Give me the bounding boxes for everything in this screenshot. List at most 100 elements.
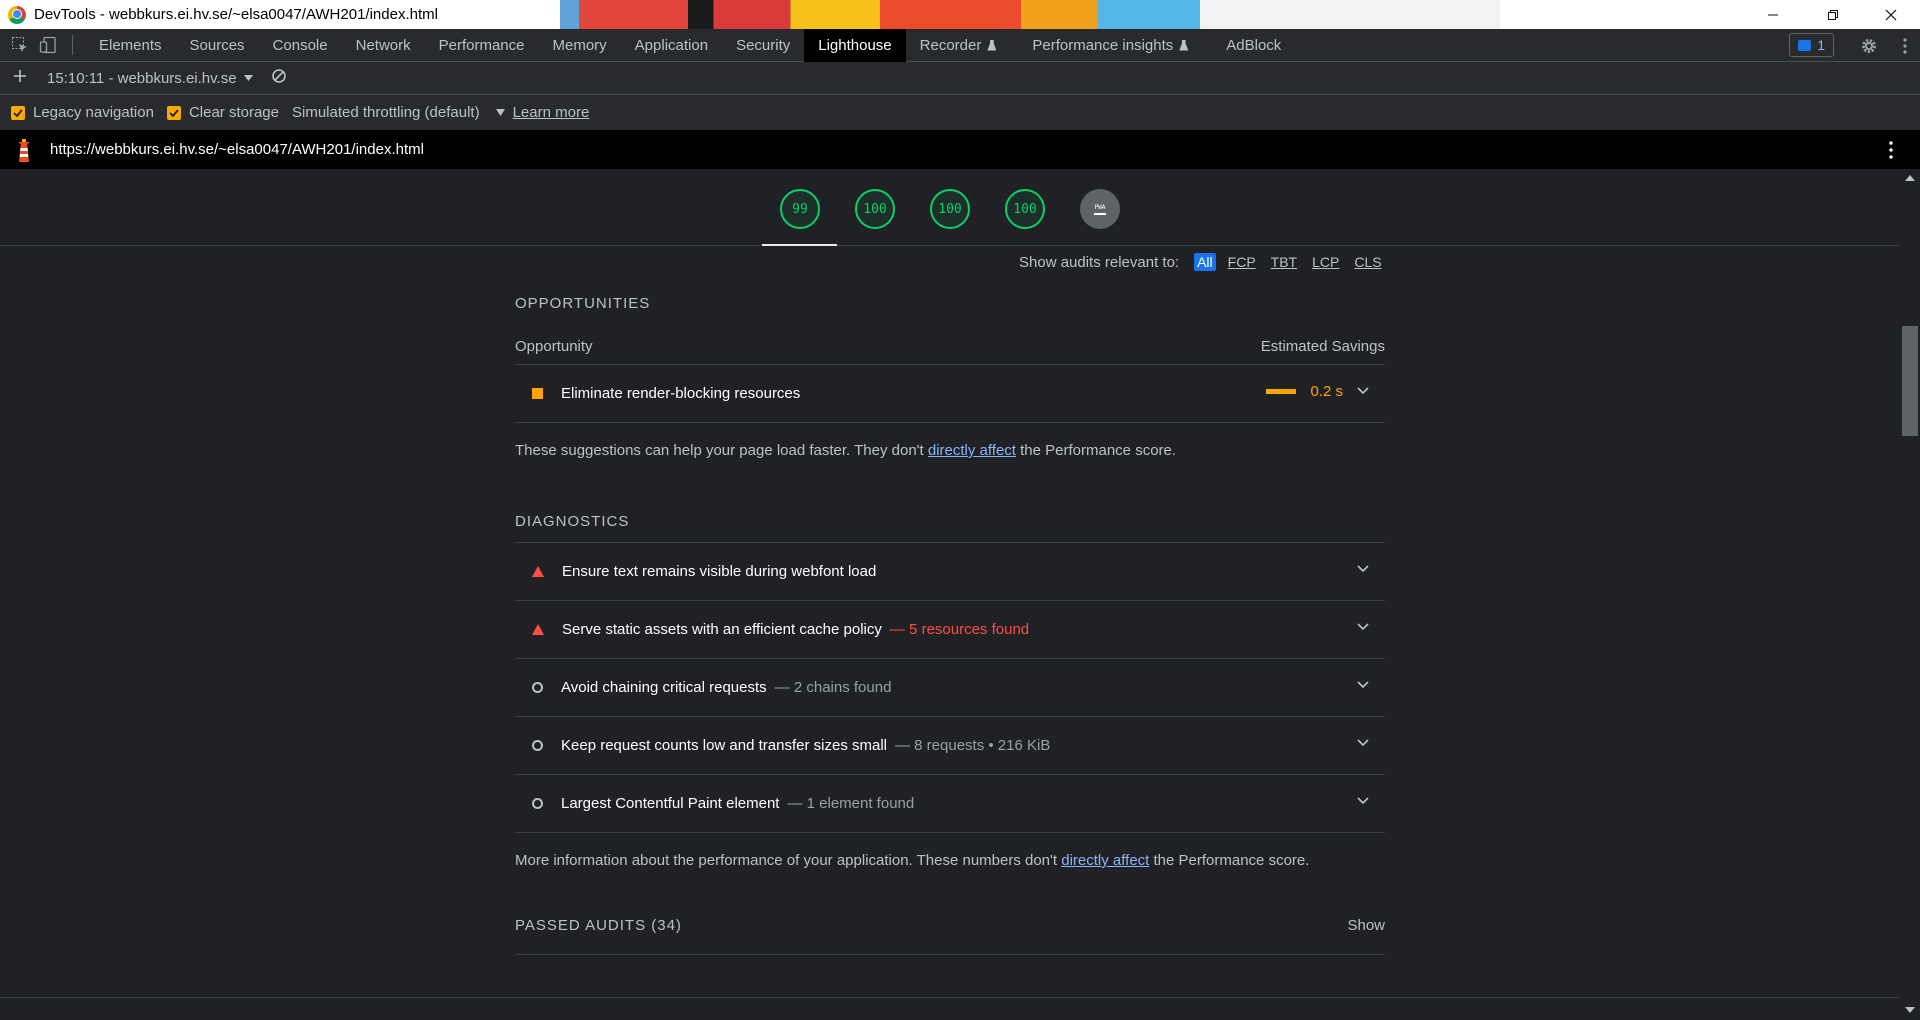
lighthouse-logo-icon <box>19 138 29 162</box>
inspect-element-icon[interactable] <box>10 35 30 55</box>
more-options-icon[interactable] <box>1902 37 1908 60</box>
passed-audits-header[interactable]: PASSED AUDITS (34) Show <box>515 917 1385 955</box>
chrome-logo-icon <box>8 5 26 24</box>
diagnostic-row[interactable]: Serve static assets with an efficient ca… <box>515 600 1385 658</box>
tab-adblock[interactable]: AdBlock <box>1212 29 1295 62</box>
issues-button[interactable]: 1 <box>1789 33 1834 57</box>
opportunities-note-pre: These suggestions can help your page loa… <box>515 442 928 459</box>
opportunity-row[interactable]: Eliminate render-blocking resources 0.2 … <box>515 364 1385 422</box>
chevron-down-icon[interactable] <box>1357 797 1369 805</box>
diagnostic-display-value: — 8 requests • 216 KiB <box>895 737 1051 754</box>
tab-separator <box>72 35 73 55</box>
report-url-bar: https://webbkurs.ei.hv.se/~elsa0047/AWH2… <box>0 130 1920 169</box>
filter-all[interactable]: All <box>1194 253 1216 271</box>
chevron-down-icon[interactable] <box>1357 565 1369 573</box>
lighthouse-report: 99 100 100 100 PWA Show audits relevant … <box>0 169 1900 1020</box>
diagnostic-row[interactable]: Ensure text remains visible during webfo… <box>515 542 1385 600</box>
issues-count: 1 <box>1817 37 1825 53</box>
tab-lighthouse[interactable]: Lighthouse <box>804 28 906 62</box>
pwa-gauge[interactable]: PWA <box>1080 189 1120 229</box>
clear-storage-label: Clear storage <box>188 104 279 121</box>
passed-audits-heading: PASSED AUDITS (34) <box>515 917 682 934</box>
tab-console[interactable]: Console <box>259 29 342 62</box>
diagnostic-row[interactable]: Keep request counts low and transfer siz… <box>515 716 1385 774</box>
issues-icon <box>1798 39 1812 51</box>
throttling-dropdown-icon[interactable] <box>495 109 505 116</box>
passed-audits-toggle[interactable]: Show <box>1347 917 1385 954</box>
experimental-flask-icon <box>1179 39 1189 51</box>
tab-memory[interactable]: Memory <box>539 29 621 62</box>
experimental-flask-icon <box>987 39 997 51</box>
diagnostic-title: Ensure text remains visible during webfo… <box>562 563 877 580</box>
tab-network[interactable]: Network <box>342 29 425 62</box>
savings-bar <box>1266 389 1297 394</box>
tab-security[interactable]: Security <box>722 29 804 62</box>
best-practices-gauge[interactable]: 100 <box>930 189 970 229</box>
tab-elements[interactable]: Elements <box>85 29 176 62</box>
scroll-down-icon[interactable] <box>1905 1007 1915 1013</box>
info-circle-icon <box>532 682 543 693</box>
background-page-banner <box>560 0 1200 29</box>
chevron-down-icon[interactable] <box>1357 739 1369 747</box>
devtools-tabbar: Elements Sources Console Network Perform… <box>0 28 1920 62</box>
filter-cls[interactable]: CLS <box>1351 253 1384 271</box>
fail-triangle-icon <box>532 624 544 635</box>
legacy-navigation-checkbox[interactable] <box>11 105 25 120</box>
diagnostics-note-post: the Performance score. <box>1149 852 1310 869</box>
new-report-icon[interactable] <box>13 69 27 87</box>
savings-value: 0.2 s <box>1310 383 1343 400</box>
tab-performance[interactable]: Performance <box>425 29 539 62</box>
diagnostic-row[interactable]: Avoid chaining critical requests — 2 cha… <box>515 658 1385 716</box>
background-page-strip <box>1200 0 1500 29</box>
report-url: https://webbkurs.ei.hv.se/~elsa0047/AWH2… <box>50 141 424 158</box>
restore-icon[interactable] <box>1810 0 1856 29</box>
close-icon[interactable] <box>1868 0 1914 29</box>
learn-more-link[interactable]: Learn more <box>513 104 590 121</box>
pwa-dash-icon <box>1094 212 1106 215</box>
report-select[interactable]: 15:10:11 - webbkurs.ei.hv.se <box>47 70 253 87</box>
directly-affect-link[interactable]: directly affect <box>928 442 1016 459</box>
pwa-gauge-label: PWA <box>1094 203 1106 211</box>
opportunities-note-post: the Performance score. <box>1015 442 1177 459</box>
tab-application[interactable]: Application <box>621 29 722 62</box>
audit-filter: Show audits relevant to: All FCP TBT LCP… <box>1019 253 1385 271</box>
tab-sources[interactable]: Sources <box>176 29 259 62</box>
seo-gauge[interactable]: 100 <box>1005 189 1045 229</box>
scrollbar-thumb[interactable] <box>1902 326 1918 436</box>
vertical-scrollbar[interactable] <box>1900 169 1920 1020</box>
performance-gauge[interactable]: 99 <box>780 189 820 229</box>
chevron-down-icon[interactable] <box>1357 623 1369 631</box>
score-gauges: 99 100 100 100 PWA <box>0 169 1900 246</box>
accessibility-gauge[interactable]: 100 <box>855 189 895 229</box>
opportunity-column-label: Opportunity <box>515 338 593 355</box>
directly-affect-link[interactable]: directly affect <box>1061 852 1149 869</box>
scroll-up-icon[interactable] <box>1905 175 1915 181</box>
opportunities-column-header: Opportunity Estimated Savings <box>515 338 1385 355</box>
clear-reports-icon[interactable] <box>271 68 287 88</box>
filter-lcp[interactable]: LCP <box>1309 253 1342 271</box>
active-gauge-underline <box>762 244 837 246</box>
device-toolbar-icon[interactable] <box>38 35 58 55</box>
settings-gear-icon[interactable] <box>1860 37 1878 60</box>
diagnostics-heading: DIAGNOSTICS <box>515 513 630 530</box>
report-select-value: 15:10:11 - webbkurs.ei.hv.se <box>47 69 237 87</box>
tab-performance-insights[interactable]: Performance insights <box>1018 29 1202 62</box>
diagnostic-row[interactable]: Largest Contentful Paint element — 1 ele… <box>515 774 1385 832</box>
tab-recorder[interactable]: Recorder <box>906 29 1011 62</box>
estimated-savings: 0.2 s <box>1266 383 1343 400</box>
lighthouse-options-bar: Legacy navigation Clear storage Simulate… <box>0 95 1920 130</box>
tab-recorder-label: Recorder <box>919 36 982 54</box>
estimated-savings-column-label: Estimated Savings <box>1260 338 1385 355</box>
filter-tbt[interactable]: TBT <box>1268 253 1300 271</box>
clear-storage-checkbox[interactable] <box>166 105 181 120</box>
opportunity-title: Eliminate render-blocking resources <box>561 385 801 402</box>
diagnostic-title: Serve static assets with an efficient ca… <box>562 621 882 638</box>
diagnostic-display-value: — 1 element found <box>787 795 915 812</box>
legacy-navigation-label: Legacy navigation <box>33 104 154 121</box>
report-menu-icon[interactable] <box>1888 140 1894 160</box>
chevron-down-icon[interactable] <box>1357 387 1369 395</box>
minimize-icon[interactable] <box>1750 0 1796 29</box>
diagnostic-title: Largest Contentful Paint element <box>561 795 780 812</box>
chevron-down-icon[interactable] <box>1357 681 1369 689</box>
filter-fcp[interactable]: FCP <box>1225 253 1259 271</box>
